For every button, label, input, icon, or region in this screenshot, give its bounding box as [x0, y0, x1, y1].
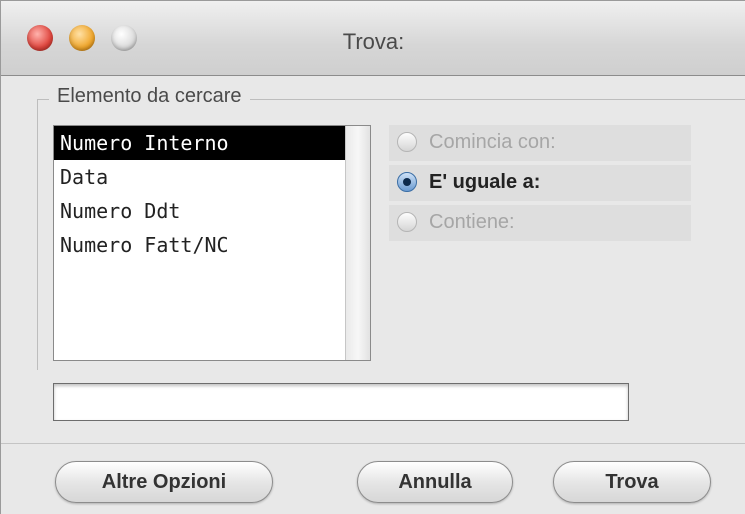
radio-unchecked-icon[interactable]: [397, 132, 417, 152]
radio-starts-with[interactable]: Comincia con:: [389, 125, 691, 161]
list-scrollbar[interactable]: [345, 126, 370, 360]
window-title: Trova:: [342, 29, 405, 54]
radio-unchecked-icon[interactable]: [397, 212, 417, 232]
radio-label-contains: Contiene:: [429, 211, 515, 233]
radio-label-equals: E' uguale a:: [429, 171, 541, 193]
title-bar[interactable]: Trova:: [1, 1, 745, 76]
radio-contains[interactable]: Contiene:: [389, 205, 691, 241]
match-options: Comincia con: E' uguale a: Contiene:: [389, 125, 691, 245]
group-label: Elemento da cercare: [49, 85, 250, 108]
find-dialog: Trova: Elemento da cercare Numero Intern…: [0, 0, 745, 514]
list-item-numero-fatt-nc[interactable]: Numero Fatt/NC: [54, 228, 346, 262]
more-options-button[interactable]: Altre Opzioni: [55, 461, 273, 503]
radio-checked-icon[interactable]: [397, 172, 417, 192]
search-input[interactable]: [53, 383, 629, 421]
radio-label-starts-with: Comincia con:: [429, 131, 556, 153]
list-item-numero-ddt[interactable]: Numero Ddt: [54, 194, 346, 228]
list-item-data[interactable]: Data: [54, 160, 346, 194]
radio-equals[interactable]: E' uguale a:: [389, 165, 691, 201]
field-list[interactable]: Numero Interno Data Numero Ddt Numero Fa…: [53, 125, 371, 361]
list-item-numero-interno[interactable]: Numero Interno: [54, 126, 346, 160]
cancel-button[interactable]: Annulla: [357, 461, 513, 503]
field-list-items: Numero Interno Data Numero Ddt Numero Fa…: [54, 126, 346, 262]
find-button[interactable]: Trova: [553, 461, 711, 503]
footer-divider: [1, 443, 745, 444]
